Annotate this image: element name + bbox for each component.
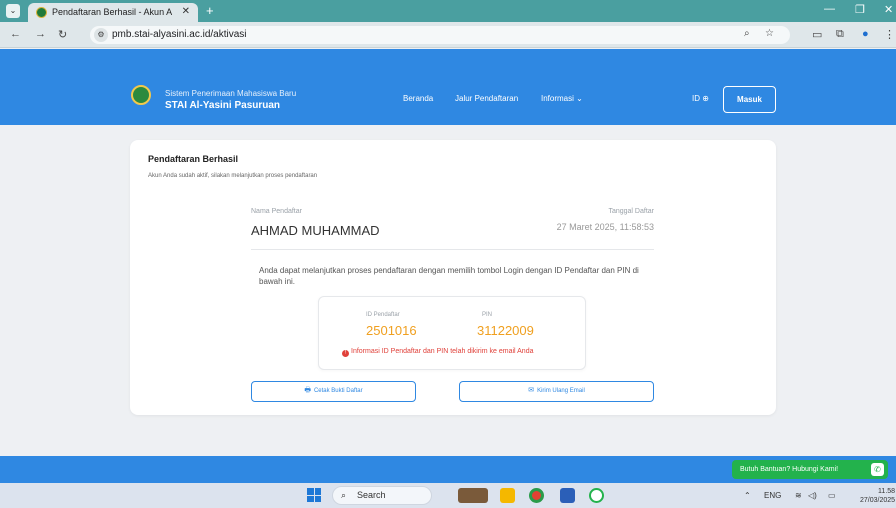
back-icon[interactable]: ← — [10, 28, 21, 40]
nav-jalur-pendaftaran[interactable]: Jalur Pendaftaran — [455, 94, 518, 103]
file-explorer-icon[interactable] — [500, 488, 515, 503]
browser-tab[interactable]: Pendaftaran Berhasil - Akun An ✕ — [28, 3, 198, 22]
profile-icon[interactable]: ● — [862, 28, 869, 40]
pin-value: 31122009 — [477, 323, 534, 338]
browser-tab-strip: ⌄ Pendaftaran Berhasil - Akun An ✕ + — ❐… — [0, 0, 896, 22]
clock-time: 11.58 — [878, 488, 896, 495]
forward-icon[interactable]: → — [35, 28, 46, 40]
wifi-icon[interactable]: ≋ — [795, 491, 802, 500]
help-label: Butuh Bantuan? Hubungi Kami! — [740, 466, 839, 473]
taskbar-search[interactable]: ⌕ Search — [332, 486, 432, 505]
maximize-icon[interactable]: ❐ — [855, 3, 865, 16]
whatsapp-app-icon[interactable] — [589, 488, 604, 503]
brand-title[interactable]: STAI Al-Yasini Pasuruan — [165, 100, 280, 111]
printer-icon: 🖶 — [304, 387, 311, 394]
resend-email-button[interactable]: ✉ Kirim Ulang Email — [459, 381, 654, 402]
registrant-name: AHMAD MUHAMMAD — [251, 223, 380, 238]
search-icon: ⌕ — [341, 490, 347, 500]
tab-close-icon[interactable]: ✕ — [182, 6, 190, 17]
login-button[interactable]: Masuk — [723, 86, 776, 113]
date-label: Tanggal Daftar — [608, 208, 654, 215]
nav-beranda[interactable]: Beranda — [403, 94, 433, 103]
tray-chevron-icon[interactable]: ⌃ — [744, 491, 751, 500]
nav-informasi[interactable]: Informasi ⌄ — [541, 94, 583, 103]
card-title: Pendaftaran Berhasil — [148, 154, 239, 164]
tab-search-icon[interactable]: ⌄ — [6, 4, 20, 18]
search-label: Search — [357, 490, 386, 500]
widgets-icon[interactable] — [458, 488, 488, 503]
clock-date: 27/03/2025 — [860, 497, 896, 504]
registration-success-card: Pendaftaran Berhasil Akun Anda sudah akt… — [130, 140, 776, 415]
brand-subtitle: Sistem Penerimaan Mahasiswa Baru — [165, 89, 297, 98]
minimize-icon[interactable]: — — [824, 3, 835, 15]
site-footer: Butuh Bantuan? Hubungi Kami! ✆ — [0, 456, 896, 483]
word-icon[interactable] — [560, 488, 575, 503]
card-subtitle: Akun Anda sudah aktif, silakan melanjutk… — [148, 173, 318, 179]
browser-toolbar: ← → ↻ ⚙ pmb.stai-alyasini.ac.id/aktivasi… — [0, 22, 896, 48]
extensions-icon[interactable]: ⧉ — [836, 28, 844, 41]
reading-list-icon[interactable]: ▭ — [812, 28, 822, 41]
email-sent-alert: ! Informasi ID Pendaftar dan PIN telah di… — [342, 348, 533, 357]
envelope-icon: ✉ — [528, 387, 535, 394]
globe-icon: ⊕ — [702, 94, 709, 103]
name-label: Nama Pendaftar — [251, 208, 302, 215]
volume-icon[interactable]: ◁) — [808, 491, 817, 500]
tab-title: Pendaftaran Berhasil - Akun An — [52, 7, 172, 17]
window-close-icon[interactable]: ✕ — [884, 3, 893, 16]
whatsapp-help-button[interactable]: Butuh Bantuan? Hubungi Kami! ✆ — [732, 460, 888, 479]
site-favicon-icon — [36, 7, 47, 18]
battery-icon[interactable]: ▭ — [828, 491, 836, 500]
id-label: ID Pendaftar — [366, 312, 400, 318]
zoom-icon[interactable]: ⌕ — [744, 28, 750, 39]
taskbar-clock[interactable]: 11.58 27/03/2025 — [860, 487, 895, 505]
language-switch[interactable]: ID ⊕ — [692, 94, 709, 103]
bookmark-star-icon[interactable]: ☆ — [765, 28, 774, 39]
address-bar[interactable]: ⚙ pmb.stai-alyasini.ac.id/aktivasi ⌕ ☆ — [90, 26, 790, 44]
chrome-icon[interactable] — [529, 488, 544, 503]
print-receipt-label: Cetak Bukti Daftar — [313, 388, 363, 394]
whatsapp-icon: ✆ — [871, 463, 884, 476]
resend-email-label: Kirim Ulang Email — [537, 388, 585, 394]
pin-label: PIN — [482, 312, 493, 318]
url-text[interactable]: pmb.stai-alyasini.ac.id/aktivasi — [112, 29, 247, 40]
windows-start-icon[interactable] — [307, 488, 321, 502]
site-header: Sistem Penerimaan Mahasiswa Baru STAI Al… — [0, 49, 896, 125]
instruction-text: Anda dapat melanjutkan proses pendaftara… — [259, 266, 639, 286]
alert-text: Informasi ID Pendaftar dan PIN telah dik… — [351, 348, 534, 355]
new-tab-icon[interactable]: + — [206, 3, 214, 18]
alert-icon: ! — [342, 350, 349, 357]
print-receipt-button[interactable]: 🖶 Cetak Bukti Daftar — [251, 381, 416, 402]
college-logo[interactable] — [131, 85, 151, 105]
language-label: ID — [692, 94, 700, 103]
credentials-box: ID Pendaftar 2501016 PIN 31122009 ! Infor… — [318, 296, 586, 370]
id-value: 2501016 — [366, 323, 417, 338]
windows-taskbar: ⌕ Search ⌃ ENG ≋ ◁) ▭ 11.58 27/03/2025 — [0, 483, 896, 508]
site-settings-icon[interactable]: ⚙ — [94, 28, 108, 42]
reload-icon[interactable]: ↻ — [58, 28, 67, 41]
browser-menu-icon[interactable]: ⋮ — [884, 28, 895, 41]
registration-date: 27 Maret 2025, 11:58:53 — [556, 222, 654, 232]
divider — [251, 249, 654, 250]
tray-language[interactable]: ENG — [764, 491, 781, 500]
